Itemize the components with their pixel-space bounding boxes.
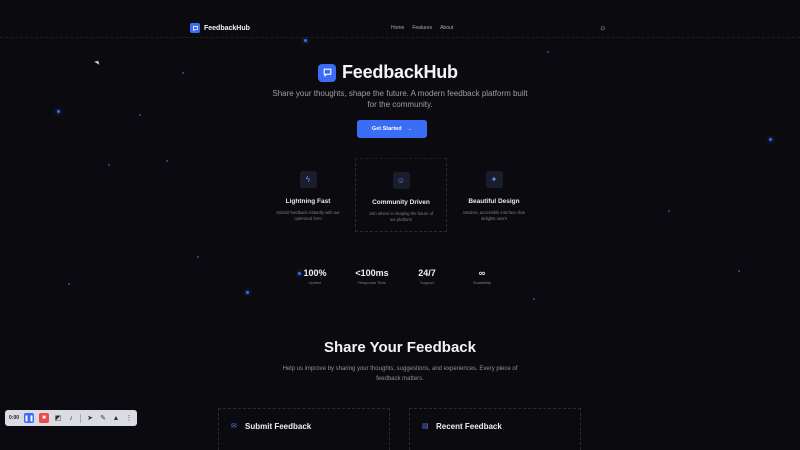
hero-heading: FeedbackHub — [318, 62, 458, 83]
stat-value: 100% — [303, 268, 327, 278]
chat-logo-icon — [318, 63, 336, 82]
feature-title: Community Driven — [372, 199, 430, 206]
submit-feedback-panel: ✉ Submit Feedback — [218, 408, 390, 450]
feature-title: Beautiful Design — [468, 198, 520, 205]
microphone-icon[interactable]: ♪ — [67, 415, 75, 422]
stat-uptime: 100% Uptime — [290, 268, 340, 285]
nav-link-features[interactable]: Features — [412, 25, 432, 31]
stat-response-time: <100ms Response Time — [347, 268, 397, 285]
hero-subtitle: Share your thoughts, shape the future. A… — [272, 89, 528, 109]
stat-value: <100ms — [355, 268, 389, 278]
stat-label: Scalability — [472, 280, 491, 285]
stat-scalability: ∞ Scalability — [457, 268, 507, 285]
recording-timer: 0:00 — [9, 415, 20, 421]
arrow-right-icon: → — [406, 126, 413, 132]
stop-button[interactable]: ■ — [39, 413, 50, 423]
panel-title: Submit Feedback — [245, 422, 312, 431]
features-grid: ϟ Lightning Fast Submit feedback instant… — [262, 158, 540, 232]
feature-description: Submit feedback instantly with our optim… — [276, 210, 340, 221]
nav-link-about[interactable]: About — [440, 25, 453, 31]
mouse-cursor-icon — [94, 59, 101, 65]
toolbar-divider — [80, 413, 82, 423]
more-icon[interactable]: ⋮ — [125, 414, 133, 422]
stat-label: Support — [419, 280, 434, 285]
stat-support: 24/7 Support — [402, 268, 452, 285]
stat-label: Uptime — [308, 280, 322, 285]
sparkles-icon: ✦ — [485, 171, 503, 188]
feature-card-fast: ϟ Lightning Fast Submit feedback instant… — [262, 158, 354, 232]
lightning-icon: ϟ — [299, 171, 317, 188]
pause-button[interactable]: ❚❚ — [24, 413, 34, 423]
document-icon: ▤ — [422, 423, 429, 430]
sun-icon[interactable]: ☼ — [599, 24, 607, 32]
users-icon: ☺ — [392, 172, 410, 189]
stat-label: Response Time — [358, 280, 386, 285]
nav-link-home[interactable]: Home — [391, 25, 404, 31]
nav-links: Home Features About — [391, 25, 453, 31]
brand-link[interactable]: FeedbackHub — [190, 23, 250, 33]
feedback-section-title: Share Your Feedback — [323, 339, 476, 356]
get-started-button[interactable]: Get Started → — [357, 120, 427, 138]
feature-card-design: ✦ Beautiful Design Modern, accessible in… — [448, 158, 540, 232]
brand-name: FeedbackHub — [204, 24, 250, 32]
feedback-section-subtitle: Help us improve by sharing your thoughts… — [282, 366, 518, 382]
pointer-icon[interactable]: ➤ — [86, 414, 94, 422]
stat-value: ∞ — [478, 268, 486, 278]
stats-row: 100% Uptime <100ms Response Time 24/7 Su… — [280, 268, 520, 290]
feature-card-community: ☺ Community Driven Join others in shapin… — [355, 158, 447, 232]
feature-description: Modern, accessible interface that deligh… — [463, 210, 525, 221]
message-icon: ✉ — [231, 423, 237, 430]
chat-logo-icon — [190, 23, 200, 33]
shape-icon[interactable]: ▲ — [112, 415, 120, 422]
stat-value: 24/7 — [418, 268, 436, 278]
recording-toolbar: 0:00 ❚❚ ■ ◩ ♪ ➤ ✎ ▲ ⋮ — [5, 410, 137, 426]
get-started-label: Get Started — [371, 126, 402, 132]
feature-description: Join others in shaping the future of our… — [368, 211, 434, 222]
panel-title: Recent Feedback — [436, 422, 502, 431]
feature-title: Lightning Fast — [285, 198, 331, 205]
hero-title: FeedbackHub — [342, 62, 458, 82]
top-navbar: FeedbackHub Home Features About ☼ — [0, 0, 800, 38]
pen-icon[interactable]: ✎ — [99, 414, 107, 422]
camera-icon[interactable]: ◩ — [54, 414, 62, 422]
recent-feedback-panel: ▤ Recent Feedback — [409, 408, 581, 450]
